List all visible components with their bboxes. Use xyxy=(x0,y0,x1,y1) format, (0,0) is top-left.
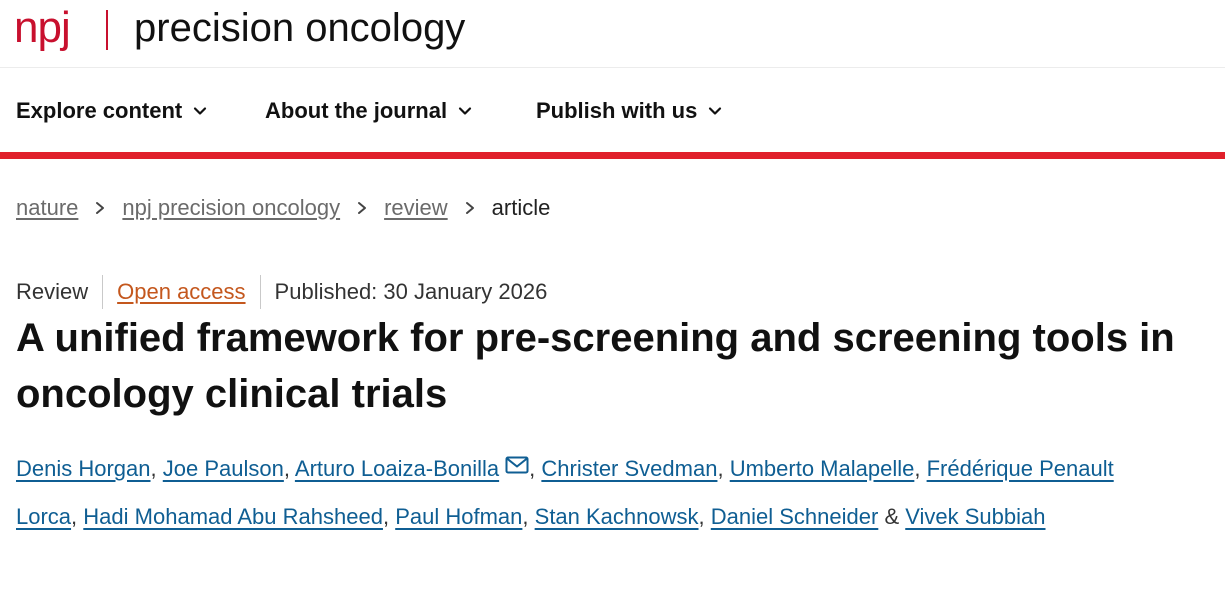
logo-divider xyxy=(106,10,108,50)
author-separator: , xyxy=(283,456,290,481)
nav-explore-content[interactable]: Explore content xyxy=(16,95,208,127)
journal-name[interactable]: precision oncology xyxy=(134,2,465,54)
author-link[interactable]: Christer Svedman xyxy=(541,456,717,481)
breadcrumb-current: article xyxy=(491,195,551,220)
author-separator: , xyxy=(529,456,536,481)
chevron-right-icon xyxy=(358,202,367,214)
author-joiner: & xyxy=(884,504,900,529)
nav-about-the-journal[interactable]: About the journal xyxy=(265,95,473,127)
meta-divider xyxy=(259,275,261,309)
author-separator: , xyxy=(382,504,390,529)
nav-publish-with-us[interactable]: Publish with us xyxy=(536,95,723,127)
chevron-right-icon xyxy=(96,202,105,214)
author-link[interactable]: Daniel Schneider xyxy=(711,504,879,529)
author-link[interactable]: Paul Hofman xyxy=(395,504,522,529)
chevron-down-icon xyxy=(709,107,722,115)
meta-divider xyxy=(102,275,104,309)
main-nav: Explore content About the journal Publis… xyxy=(0,68,1225,154)
author-list: Denis Horgan, Joe Paulson, Arturo Loaiza… xyxy=(16,445,1176,541)
nav-item-label: Explore content xyxy=(16,98,183,123)
mail-icon[interactable] xyxy=(505,456,529,474)
article-title: A unified framework for pre-screening an… xyxy=(16,316,1175,416)
nav-item-label: Publish with us xyxy=(536,98,698,123)
author-link[interactable]: Stan Kachnowsk xyxy=(535,504,699,529)
breadcrumb: nature npj precision oncology review art… xyxy=(16,192,550,224)
author-link[interactable]: Denis Horgan xyxy=(16,456,151,481)
author-link[interactable]: Joe Paulson xyxy=(163,456,284,481)
article-type: Review xyxy=(16,279,89,304)
breadcrumb-link-journal[interactable]: npj precision oncology xyxy=(122,195,340,221)
nav-item-label: About the journal xyxy=(265,98,448,123)
author-link[interactable]: Arturo Loaiza-Bonilla xyxy=(295,456,499,481)
chevron-right-icon xyxy=(465,202,474,214)
author-link[interactable]: Umberto Malapelle xyxy=(730,456,915,481)
article-meta: Review Open access Published: 30 January… xyxy=(16,275,548,309)
author-link[interactable]: Vivek Subbiah xyxy=(905,504,1045,529)
nav-accent-line xyxy=(0,152,1225,159)
npj-logo[interactable]: npj xyxy=(14,2,71,54)
published-date: Published: 30 January 2026 xyxy=(274,279,548,304)
author-separator: , xyxy=(71,504,78,529)
chevron-down-icon xyxy=(194,107,207,115)
author-separator: , xyxy=(698,504,705,529)
author-separator: , xyxy=(522,504,529,529)
site-header: npj precision oncology xyxy=(0,0,1225,68)
chevron-down-icon xyxy=(458,107,472,115)
open-access-link[interactable]: Open access xyxy=(117,279,245,305)
breadcrumb-link-nature[interactable]: nature xyxy=(16,195,78,221)
author-link[interactable]: Hadi Mohamad Abu Rahsheed xyxy=(83,504,383,529)
breadcrumb-link-review[interactable]: review xyxy=(384,195,448,221)
author-separator: , xyxy=(150,456,157,481)
author-separator: , xyxy=(914,456,921,481)
author-separator: , xyxy=(717,456,724,481)
